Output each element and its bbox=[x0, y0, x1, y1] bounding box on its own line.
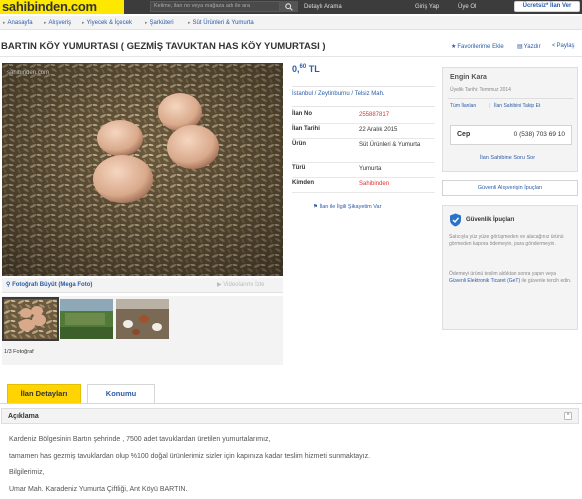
breadcrumb-item[interactable]: ▸ Süt Ürünleri & Yumurta bbox=[188, 16, 254, 30]
post-ad-button[interactable]: Ücretsiz* İlan Ver bbox=[514, 1, 580, 12]
safety-tips-button[interactable]: Güvenli Alışverişin İpuçları bbox=[442, 180, 578, 196]
share-link[interactable]: <Paylaş bbox=[552, 43, 575, 49]
chevron-right-icon: ▸ bbox=[188, 20, 191, 26]
search-icon bbox=[285, 3, 293, 11]
detail-row-product: Ürün Süt Ürünleri & Yumurta bbox=[292, 139, 435, 163]
divider bbox=[292, 106, 435, 107]
chevron-right-icon: ▸ bbox=[3, 20, 6, 26]
thumbnail-chickens-image bbox=[116, 299, 169, 339]
follow-seller-link[interactable]: İlan Sahibini Takip Et bbox=[494, 103, 540, 109]
thumbnail-2[interactable] bbox=[60, 299, 113, 339]
location-link[interactable]: İstanbul / Zeytinburnu / Telsiz Mah. bbox=[292, 91, 385, 97]
breadcrumb-item[interactable]: ▸ Şarküteri bbox=[145, 16, 174, 30]
phone-label: Cep bbox=[457, 131, 471, 138]
description-title: Açıklama bbox=[8, 413, 39, 420]
detail-row-ad-no: İlan No 255887817 bbox=[292, 109, 435, 124]
chevron-right-icon: ▸ bbox=[145, 20, 148, 26]
main-photo[interactable]: sahibinden.com bbox=[2, 63, 283, 276]
breadcrumb-item[interactable]: ▸ Anasayfa bbox=[3, 16, 33, 30]
link-separator: | bbox=[489, 103, 491, 109]
description-line: Kardeniz Bölgesinin Bartın şehrinde , 75… bbox=[9, 436, 271, 443]
all-ads-link[interactable]: Tüm İlanları bbox=[450, 103, 476, 109]
photo-counter: 1/3 Fotoğraf bbox=[4, 349, 34, 355]
thumbnail-farm-image bbox=[60, 299, 113, 339]
divider bbox=[0, 56, 582, 57]
shield-icon bbox=[450, 213, 461, 227]
get-link[interactable]: Güvenli Elektronik Ticaret (GeT) bbox=[449, 278, 520, 284]
site-logo[interactable]: sahibinden.com bbox=[0, 0, 124, 14]
chevron-right-icon: ▸ bbox=[44, 20, 47, 26]
report-link[interactable]: ⚑ İlan ile İlgili Şikayetim Var bbox=[313, 204, 381, 210]
signup-link[interactable]: Üye Ol bbox=[458, 0, 476, 14]
photo-watermark: sahibinden.com bbox=[7, 70, 49, 76]
divider bbox=[0, 403, 582, 404]
detail-row-type: Türü Yumurta bbox=[292, 163, 435, 178]
price: 0,60 TL bbox=[292, 64, 320, 74]
description-header: Açıklama ^ bbox=[1, 408, 579, 424]
description-line: Bilgilerimiz, bbox=[9, 469, 45, 476]
star-icon: ★ bbox=[451, 44, 457, 50]
thumbnail-strip: 1/3 Fotoğraf bbox=[2, 296, 283, 365]
breadcrumb-item[interactable]: ▸ Yiyecek & İçecek bbox=[82, 16, 132, 30]
thumbnail-3[interactable] bbox=[116, 299, 169, 339]
chevron-right-icon: ▸ bbox=[82, 20, 85, 26]
eggs-photo: sahibinden.com bbox=[2, 63, 283, 276]
description-line: tamamen has gezmiş tavuklardan olup %100… bbox=[9, 453, 371, 460]
advanced-search-link[interactable]: Detaylı Arama bbox=[304, 0, 342, 14]
search-input[interactable]: Kelime, ilan no veya mağaza adı ile ara bbox=[150, 1, 280, 12]
login-link[interactable]: Giriş Yap bbox=[415, 0, 439, 14]
divider bbox=[448, 98, 574, 99]
collapse-icon[interactable]: ^ bbox=[564, 412, 572, 420]
detail-row-date: İlan Tarihi 22 Aralık 2015 bbox=[292, 124, 435, 139]
top-bar: sahibinden.com Kelime, ilan no veya mağa… bbox=[0, 0, 582, 14]
add-favorites-link[interactable]: ★Favorilerime Ekle bbox=[451, 43, 504, 50]
safety-box: Güvenlik İpuçları Satıcıyla yüz yüze gör… bbox=[442, 205, 578, 330]
print-link[interactable]: ▤Yazdır bbox=[517, 43, 541, 50]
safety-title: Güvenlik İpuçları bbox=[466, 217, 515, 223]
seller-name: Engin Kara bbox=[450, 74, 487, 81]
print-icon: ▤ bbox=[517, 44, 523, 50]
member-since: Üyelik Tarihi: Temmuz 2014 bbox=[450, 87, 511, 93]
breadcrumb: ▸ Anasayfa ▸ Alışveriş ▸ Yiyecek & İçecek ▸… bbox=[0, 16, 582, 30]
videos-link[interactable]: ▶ Videolarımı İzle bbox=[217, 278, 265, 293]
listing-title: BARTIN KÖY YUMURTASI ( GEZMİŞ TAVUKTAN H… bbox=[1, 41, 326, 52]
enlarge-photo-link[interactable]: ⚲ Fotoğrafı Büyüt (Mega Foto) bbox=[6, 278, 92, 293]
tab-details[interactable]: İlan Detayları bbox=[7, 384, 81, 404]
share-icon: < bbox=[552, 43, 556, 49]
safety-text-2: Ödemeyi ürünü teslim aldıktan sonra yapı… bbox=[449, 271, 572, 284]
detail-row-seller-type: Kimden Sahibinden bbox=[292, 178, 435, 193]
ask-seller-link[interactable]: İlan Sahibine Soru Sor bbox=[480, 155, 535, 161]
seller-box: Engin Kara Üyelik Tarihi: Temmuz 2014 Tü… bbox=[442, 67, 578, 172]
phone-box[interactable]: Cep 0 (538) 703 69 10 bbox=[450, 125, 572, 145]
thumbnail-1[interactable] bbox=[2, 297, 59, 341]
divider bbox=[292, 86, 435, 87]
search-button[interactable] bbox=[280, 1, 298, 12]
photo-toolbar: ⚲ Fotoğrafı Büyüt (Mega Foto) ▶ Videolar… bbox=[2, 278, 283, 293]
phone-number: 0 (538) 703 69 10 bbox=[513, 131, 565, 138]
breadcrumb-item[interactable]: ▸ Alışveriş bbox=[44, 16, 71, 30]
tab-location[interactable]: Konumu bbox=[87, 384, 155, 404]
description-line: Umar Mah. Karadeniz Yumurta Çiftliği, An… bbox=[9, 486, 188, 493]
thumbnail-eggs-image bbox=[4, 299, 57, 339]
safety-text-1: Satıcıyla yüz yüze görüşmeden ve alacağı… bbox=[449, 234, 564, 247]
